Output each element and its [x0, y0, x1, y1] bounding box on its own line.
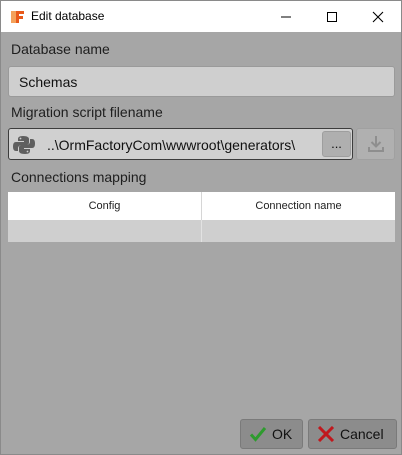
database-name-label: Database name — [11, 41, 110, 57]
migration-script-field[interactable]: ..\OrmFactoryCom\wwwroot\generators\ ... — [8, 128, 353, 160]
minimize-icon — [281, 16, 291, 17]
ok-button[interactable]: OK — [240, 419, 303, 449]
title-bar: Edit database — [1, 1, 401, 32]
maximize-icon — [327, 11, 337, 22]
close-icon — [372, 11, 384, 22]
maximize-button[interactable] — [309, 1, 355, 32]
python-icon — [13, 136, 35, 154]
table-row[interactable] — [8, 220, 395, 242]
cancel-button[interactable]: Cancel — [308, 419, 397, 449]
dialog-content: Database name Schemas Migration script f… — [1, 32, 401, 454]
column-header-config[interactable]: Config — [8, 192, 202, 220]
table-header: Config Connection name — [8, 192, 395, 220]
checkmark-icon — [249, 427, 267, 442]
connections-mapping-label: Connections mapping — [11, 169, 147, 185]
connections-table: Config Connection name — [8, 192, 395, 242]
cancel-label: Cancel — [340, 426, 384, 442]
table-cell-connection-name[interactable] — [202, 220, 395, 242]
close-button[interactable] — [355, 1, 401, 32]
table-cell-config[interactable] — [8, 220, 202, 242]
edit-database-window: Edit database Database name Schemas Migr… — [0, 0, 402, 455]
window-title: Edit database — [31, 9, 105, 23]
cancel-x-icon — [317, 426, 335, 442]
migration-script-label: Migration script filename — [11, 104, 163, 120]
download-button[interactable] — [356, 128, 395, 160]
download-icon — [367, 136, 384, 152]
migration-script-path: ..\OrmFactoryCom\wwwroot\generators\ — [47, 137, 296, 153]
column-header-connection-name[interactable]: Connection name — [202, 192, 395, 220]
minimize-button[interactable] — [263, 1, 309, 32]
database-name-input[interactable]: Schemas — [8, 66, 395, 97]
browse-button[interactable]: ... — [322, 131, 351, 157]
ok-label: OK — [272, 426, 293, 442]
app-logo-icon — [11, 11, 24, 23]
